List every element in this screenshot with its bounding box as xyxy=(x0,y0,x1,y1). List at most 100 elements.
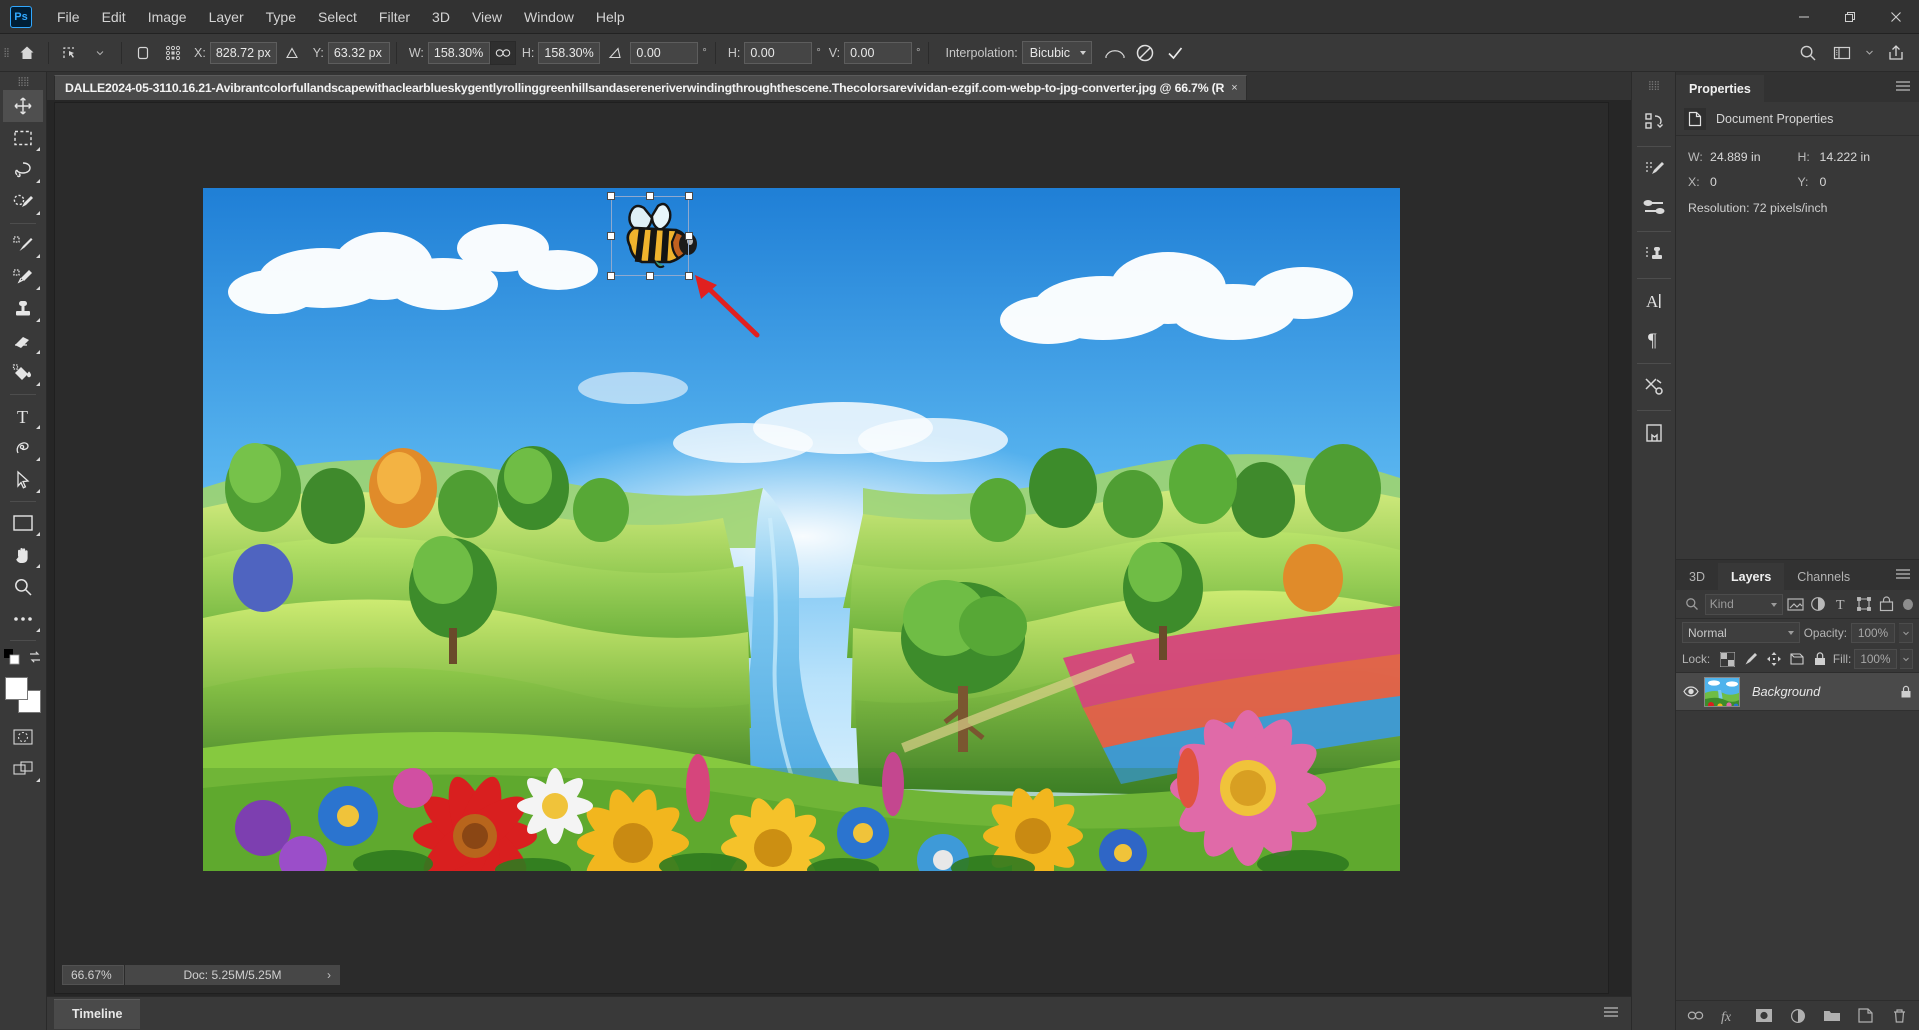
delta-icon[interactable] xyxy=(277,39,307,67)
chevron-down-icon[interactable] xyxy=(1861,39,1877,67)
object-selection-tool[interactable] xyxy=(3,186,43,218)
move-tool[interactable] xyxy=(3,90,43,122)
panel-menu-icon[interactable] xyxy=(1895,79,1911,97)
close-button[interactable] xyxy=(1873,0,1919,34)
layer-name[interactable]: Background xyxy=(1740,684,1893,699)
height-input[interactable]: 158.30% xyxy=(538,41,601,64)
lock-image-pixels-icon[interactable] xyxy=(1740,649,1760,670)
rotate-angle-input[interactable]: 0.00 xyxy=(630,41,699,64)
link-layers-icon[interactable] xyxy=(1686,1006,1706,1026)
lasso-tool[interactable] xyxy=(3,154,43,186)
lock-all-icon[interactable] xyxy=(1810,649,1830,670)
rail-grip[interactable]: ⣿⣿ xyxy=(1648,80,1660,91)
home-icon[interactable] xyxy=(12,39,42,67)
filter-enable-toggle[interactable] xyxy=(1903,598,1913,610)
canvas-viewport[interactable]: 66.67% Doc: 5.25M/5.25M › xyxy=(54,102,1609,994)
menu-item-window[interactable]: Window xyxy=(513,5,585,29)
share-icon[interactable] xyxy=(1881,39,1911,67)
zoom-tool[interactable] xyxy=(3,571,43,603)
menu-item-type[interactable]: Type xyxy=(255,5,307,29)
handle-bottom-center[interactable] xyxy=(646,272,654,280)
reference-point-grid-icon[interactable] xyxy=(158,39,188,67)
tool-presets-panel-icon[interactable] xyxy=(1636,368,1672,404)
close-icon[interactable]: × xyxy=(1231,82,1237,94)
gradient-tool[interactable] xyxy=(3,357,43,389)
horizontal-type-tool[interactable]: T xyxy=(3,400,43,432)
brush-settings-panel-icon[interactable] xyxy=(1636,151,1672,187)
zoom-level-input[interactable]: 66.67% xyxy=(62,965,124,985)
default-colors-icon[interactable] xyxy=(3,648,21,671)
doc-size-info[interactable]: Doc: 5.25M/5.25M › xyxy=(125,965,340,985)
menu-item-image[interactable]: Image xyxy=(137,5,198,29)
layer-style-fx-icon[interactable]: fx xyxy=(1720,1006,1740,1026)
new-layer-icon[interactable] xyxy=(1856,1006,1876,1026)
opacity-input[interactable]: 100% xyxy=(1851,622,1895,643)
y-input[interactable]: 63.32 px xyxy=(327,41,390,64)
handle-middle-left[interactable] xyxy=(607,232,615,240)
warp-icon[interactable] xyxy=(1100,39,1130,67)
edit-toolbar-tool[interactable] xyxy=(3,603,43,635)
artboard-image[interactable] xyxy=(203,188,1400,871)
filter-smart-object-icon[interactable] xyxy=(1876,593,1897,616)
canvas-area[interactable]: 66.67% Doc: 5.25M/5.25M › Timeline xyxy=(47,100,1631,1030)
panel-menu-icon[interactable] xyxy=(1603,1006,1619,1021)
layer-mask-icon[interactable] xyxy=(1754,1006,1774,1026)
rectangular-marquee-tool[interactable] xyxy=(3,122,43,154)
lock-icon[interactable] xyxy=(1893,685,1919,699)
fill-chevron-down-icon[interactable] xyxy=(1899,649,1914,669)
character-panel-icon[interactable]: A xyxy=(1636,283,1672,319)
panel-menu-icon[interactable] xyxy=(1895,567,1911,585)
libraries-panel-icon[interactable] xyxy=(1636,415,1672,451)
angle-icon[interactable] xyxy=(600,39,630,67)
filter-adjustment-icon[interactable] xyxy=(1808,593,1829,616)
filter-pixel-icon[interactable] xyxy=(1785,593,1806,616)
swap-colors-icon[interactable] xyxy=(27,649,43,670)
workspace-icon[interactable] xyxy=(1827,39,1857,67)
adjustment-layer-icon[interactable] xyxy=(1788,1006,1808,1026)
move-tool-preset-icon[interactable] xyxy=(55,39,85,67)
rectangle-tool[interactable] xyxy=(3,507,43,539)
menu-item-3d[interactable]: 3D xyxy=(421,5,461,29)
foreground-color-swatch[interactable] xyxy=(5,677,28,700)
layer-filter-kind-select[interactable]: Kind xyxy=(1704,593,1784,615)
path-selection-tool[interactable] xyxy=(3,464,43,496)
skew-v-input[interactable]: 0.00 xyxy=(844,41,913,64)
search-icon[interactable] xyxy=(1793,39,1823,67)
lock-artboard-nesting-icon[interactable] xyxy=(1787,649,1807,670)
clone-stamp-tool[interactable] xyxy=(3,293,43,325)
link-wh-icon[interactable] xyxy=(489,40,516,65)
spot-healing-brush-tool[interactable] xyxy=(3,261,43,293)
handle-top-right[interactable] xyxy=(685,192,693,200)
tab-layers[interactable]: Layers xyxy=(1717,563,1785,590)
filter-type-icon[interactable]: T xyxy=(1831,593,1852,616)
toolbar-grip[interactable]: ⣿⣿ xyxy=(17,76,29,88)
menu-item-layer[interactable]: Layer xyxy=(198,5,255,29)
hand-tool[interactable] xyxy=(3,539,43,571)
eye-icon[interactable] xyxy=(1678,686,1704,697)
handle-middle-right[interactable] xyxy=(685,232,693,240)
restore-button[interactable] xyxy=(1827,0,1873,34)
document-tab[interactable]: DALLE2024-05-3110.16.21-Avibrantcolorful… xyxy=(54,75,1247,100)
menu-item-select[interactable]: Select xyxy=(307,5,368,29)
menu-item-view[interactable]: View xyxy=(461,5,513,29)
new-group-icon[interactable] xyxy=(1822,1006,1842,1026)
tab-3d[interactable]: 3D xyxy=(1676,563,1718,590)
clone-source-panel-icon[interactable] xyxy=(1636,236,1672,272)
lock-position-icon[interactable] xyxy=(1763,649,1783,670)
width-input[interactable]: 158.30% xyxy=(427,41,490,64)
eraser-tool[interactable] xyxy=(3,325,43,357)
delete-layer-icon[interactable] xyxy=(1890,1006,1910,1026)
transform-selection-box[interactable] xyxy=(607,192,693,280)
fill-input[interactable]: 100% xyxy=(1854,649,1897,669)
tab-channels[interactable]: Channels xyxy=(1784,563,1863,590)
menu-item-help[interactable]: Help xyxy=(585,5,636,29)
interpolation-select[interactable]: Bicubic xyxy=(1021,41,1092,64)
screen-mode-icon[interactable] xyxy=(3,753,43,785)
opacity-chevron-down-icon[interactable] xyxy=(1899,622,1913,643)
history-panel-icon[interactable] xyxy=(1636,104,1672,140)
handle-top-center[interactable] xyxy=(646,192,654,200)
reference-point-toggle[interactable] xyxy=(128,39,158,67)
lock-transparent-pixels-icon[interactable] xyxy=(1717,649,1737,670)
commit-transform-icon[interactable] xyxy=(1160,39,1190,67)
eyedropper-tool[interactable] xyxy=(3,229,43,261)
